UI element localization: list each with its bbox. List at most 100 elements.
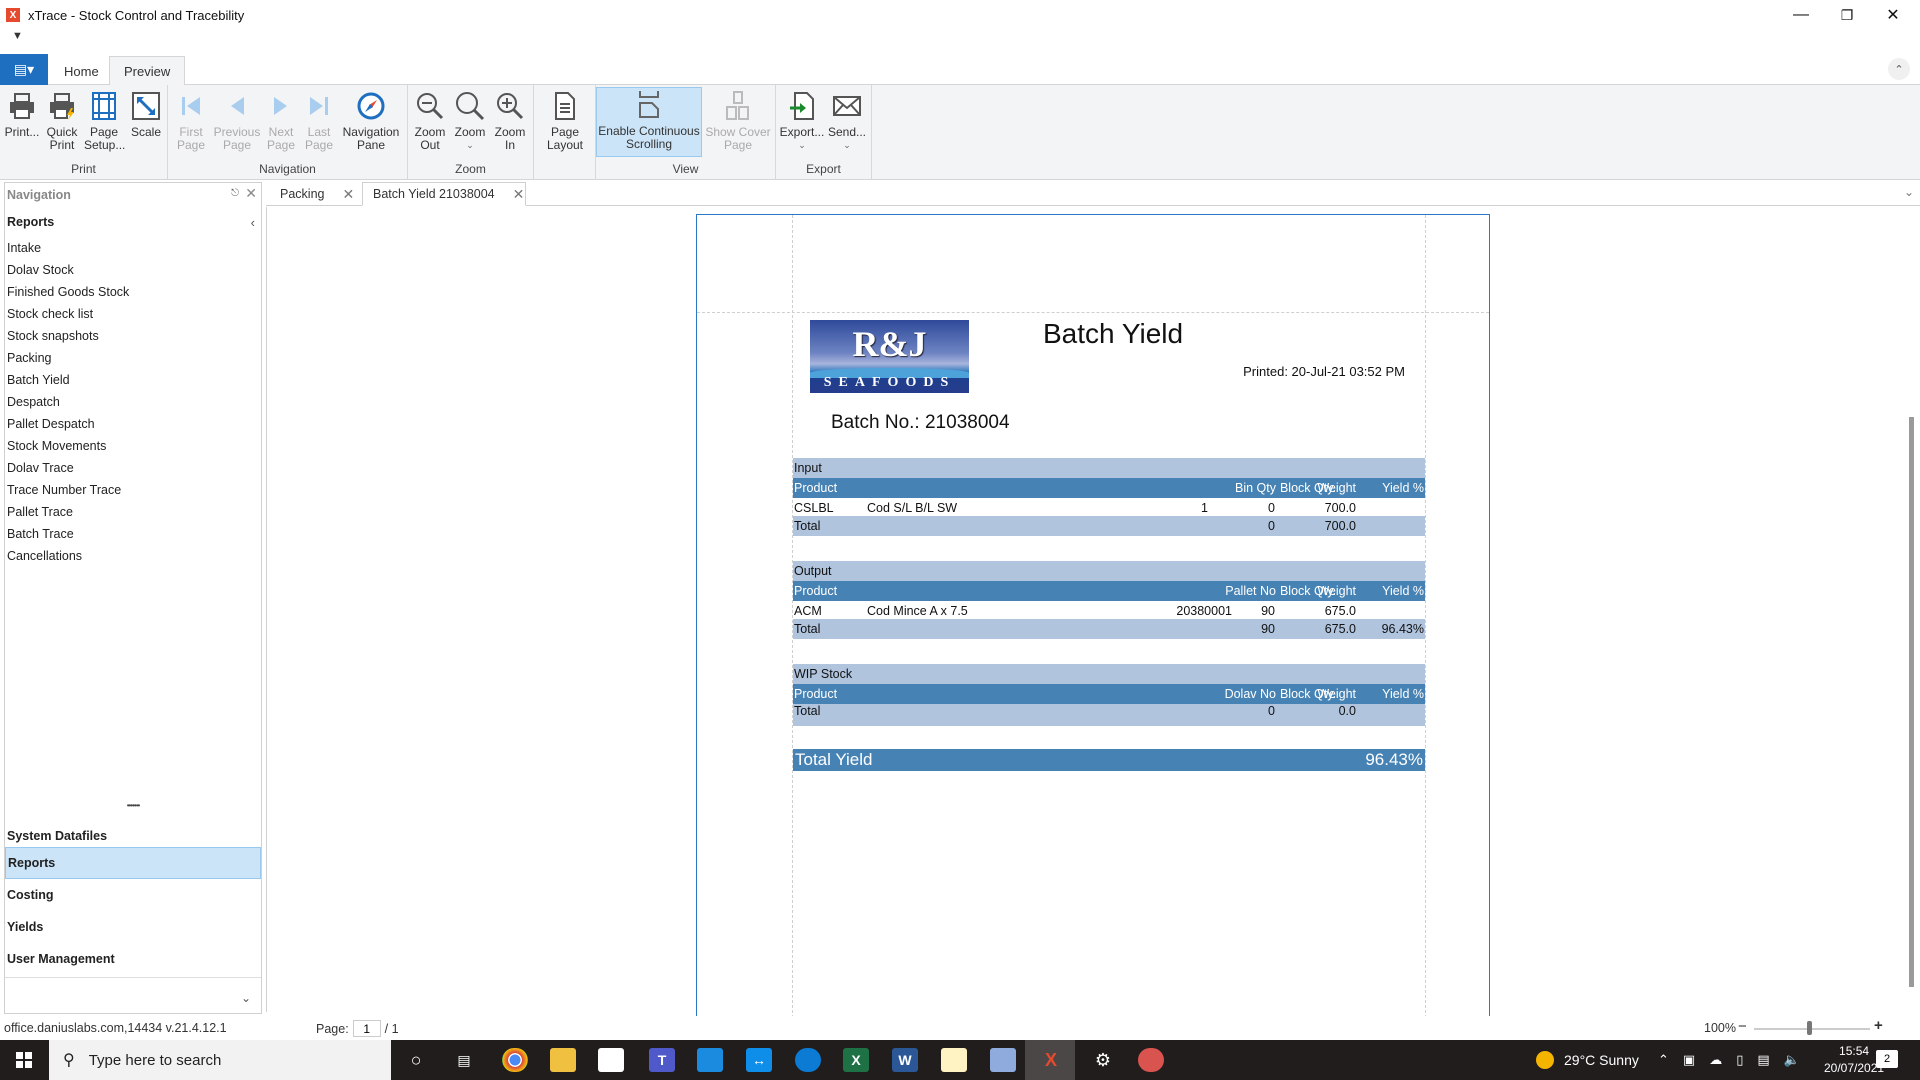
nav-section-yields[interactable]: Yields bbox=[5, 911, 261, 943]
nav-item-dolav-trace[interactable]: Dolav Trace bbox=[5, 457, 261, 479]
system-tray: ⌃ ▣ ☁ ▯ ▤ 🔈 bbox=[1658, 1040, 1800, 1080]
tab-home[interactable]: Home bbox=[50, 56, 113, 86]
last-page-button[interactable]: Last Page bbox=[302, 89, 336, 152]
scale-button[interactable]: Scale bbox=[128, 89, 164, 139]
show-cover-page-button[interactable]: Show Cover Page bbox=[704, 89, 772, 152]
page-number-input[interactable] bbox=[352, 1020, 381, 1037]
close-pane-icon[interactable]: ✕ bbox=[245, 185, 257, 202]
start-button[interactable] bbox=[0, 1040, 48, 1080]
chrome-icon[interactable] bbox=[502, 1048, 528, 1072]
print-button[interactable]: Print... bbox=[4, 89, 40, 139]
restore-button[interactable]: ❐ bbox=[1824, 0, 1870, 30]
page-setup-button[interactable]: Page Setup... bbox=[84, 89, 125, 152]
mail-icon[interactable] bbox=[697, 1048, 723, 1072]
scale-label: Scale bbox=[130, 125, 162, 139]
teams-icon[interactable]: T bbox=[649, 1048, 675, 1072]
nav-item-stock-snapshots[interactable]: Stock snapshots bbox=[5, 325, 261, 347]
nav-item-intake[interactable]: Intake bbox=[5, 237, 261, 259]
minimize-button[interactable]: — bbox=[1778, 0, 1824, 30]
nav-item-finished-goods-stock[interactable]: Finished Goods Stock bbox=[5, 281, 261, 303]
word-icon[interactable]: W bbox=[892, 1048, 918, 1072]
zoom-minus-button[interactable]: − bbox=[1738, 1018, 1747, 1035]
nav-item-label: Cancellations bbox=[7, 549, 83, 563]
nav-item-despatch[interactable]: Despatch bbox=[5, 391, 261, 413]
excel-icon[interactable]: X bbox=[843, 1048, 869, 1072]
nav-item-pallet-despatch[interactable]: Pallet Despatch bbox=[5, 413, 261, 435]
task-view-icon[interactable]: ▤ bbox=[451, 1048, 477, 1072]
microphone-icon[interactable]: ▯ bbox=[1736, 1052, 1743, 1068]
nav-item-cancellations[interactable]: Cancellations bbox=[5, 545, 261, 567]
weather-widget[interactable]: 29°C Sunny bbox=[1536, 1040, 1639, 1080]
navigation-pane-button[interactable]: Navigation Pane bbox=[340, 89, 402, 152]
nav-item-stock-check-list[interactable]: Stock check list bbox=[5, 303, 261, 325]
chevron-up-icon[interactable]: ⌃ bbox=[1658, 1052, 1669, 1068]
zoom-out-button[interactable]: Zoom Out bbox=[412, 89, 448, 152]
zoom-slider-thumb[interactable] bbox=[1807, 1021, 1812, 1035]
nav-item-trace-number-trace[interactable]: Trace Number Trace bbox=[5, 479, 261, 501]
send-button[interactable]: Send... ⌄ bbox=[826, 89, 868, 152]
taskbar-search[interactable]: ⚲ Type here to search bbox=[49, 1040, 391, 1080]
next-page-icon bbox=[264, 89, 298, 123]
nav-item-pallet-trace[interactable]: Pallet Trace bbox=[5, 501, 261, 523]
first-page-button[interactable]: First Page bbox=[174, 89, 208, 152]
camera-icon[interactable]: ▣ bbox=[1683, 1052, 1695, 1068]
nav-section-costing[interactable]: Costing bbox=[5, 879, 261, 911]
doc-tab-packing[interactable]: Packing ✕ bbox=[270, 182, 360, 206]
file-viewer-icon[interactable] bbox=[941, 1048, 967, 1072]
vertical-scrollbar[interactable] bbox=[1909, 417, 1914, 987]
snipping-icon[interactable] bbox=[1138, 1048, 1164, 1072]
zoom-button[interactable]: Zoom ⌄ bbox=[452, 89, 488, 152]
continuous-scrolling-label: Enable Continuous Scrolling bbox=[598, 124, 700, 151]
onedrive-icon[interactable]: ☁ bbox=[1709, 1052, 1722, 1068]
nav-item-batch-yield[interactable]: Batch Yield bbox=[5, 369, 261, 391]
margin-guide bbox=[1425, 215, 1426, 1023]
close-button[interactable]: ✕ bbox=[1870, 0, 1916, 30]
logo-subtext: SEAFOODS bbox=[823, 375, 956, 390]
network-icon[interactable]: ▤ bbox=[1757, 1052, 1769, 1068]
nav-item-dolav-stock[interactable]: Dolav Stock bbox=[5, 259, 261, 281]
chevron-down-icon[interactable]: ⌄ bbox=[1904, 185, 1914, 199]
page-layout-button[interactable]: Page Layout bbox=[542, 89, 588, 152]
application-menu-button[interactable]: ▤▾ bbox=[0, 54, 48, 85]
nav-section-reports[interactable]: Reports bbox=[5, 847, 261, 879]
notifications-button[interactable]: 2 bbox=[1876, 1050, 1898, 1068]
tab-preview[interactable]: Preview bbox=[109, 56, 186, 86]
file-explorer-icon[interactable] bbox=[550, 1048, 576, 1072]
snip-tool-icon[interactable] bbox=[990, 1048, 1016, 1072]
nav-item-stock-movements[interactable]: Stock Movements bbox=[5, 435, 261, 457]
chevron-down-icon: ⌄ bbox=[798, 140, 806, 150]
section-header: WIP Stock bbox=[793, 664, 1425, 684]
notification-count: 2 bbox=[1883, 1053, 1891, 1065]
volume-icon[interactable]: 🔈 bbox=[1784, 1052, 1800, 1068]
continuous-scrolling-button[interactable]: Enable Continuous Scrolling bbox=[596, 87, 702, 157]
doc-tab-batch-yield[interactable]: Batch Yield 21038004 ✕ bbox=[362, 182, 526, 206]
nav-item-packing[interactable]: Packing bbox=[5, 347, 261, 369]
teamviewer-icon[interactable]: ↔ bbox=[746, 1048, 772, 1072]
zoom-in-button[interactable]: Zoom In bbox=[492, 89, 528, 152]
zoom-plus-button[interactable]: + bbox=[1874, 1017, 1883, 1034]
close-tab-icon[interactable]: ✕ bbox=[513, 186, 525, 203]
xtrace-taskbar-icon[interactable]: X bbox=[1038, 1048, 1064, 1072]
close-tab-icon[interactable]: ✕ bbox=[342, 186, 354, 203]
chevron-down-icon[interactable]: ⌄ bbox=[241, 991, 251, 1005]
splitter-grip[interactable]: ••••••• bbox=[5, 801, 261, 810]
column-header-row: Product Bin Qty Block Qty. Weight Yield … bbox=[793, 478, 1425, 498]
quick-access-dropdown[interactable]: ▼ bbox=[12, 30, 23, 42]
store-icon[interactable] bbox=[598, 1048, 624, 1072]
quick-print-button[interactable]: Quick Print bbox=[44, 89, 80, 152]
edge-icon[interactable] bbox=[795, 1048, 821, 1072]
last-page-label: Last Page bbox=[304, 125, 334, 152]
pin-icon[interactable]: ⎋ bbox=[231, 188, 239, 199]
export-button[interactable]: Export... ⌄ bbox=[780, 89, 824, 152]
nav-section-label: Reports bbox=[8, 856, 56, 870]
previous-page-button[interactable]: Previous Page bbox=[212, 89, 262, 152]
collapse-ribbon-button[interactable]: ⌃ bbox=[1888, 58, 1910, 80]
restore-icon: ❐ bbox=[1840, 6, 1854, 23]
nav-section-user-management[interactable]: User Management bbox=[5, 943, 261, 975]
settings-icon[interactable]: ⚙ bbox=[1090, 1048, 1116, 1072]
cortana-icon[interactable]: ○ bbox=[403, 1048, 429, 1072]
next-page-button[interactable]: Next Page bbox=[264, 89, 298, 152]
nav-item-batch-trace[interactable]: Batch Trace bbox=[5, 523, 261, 545]
chevron-left-icon[interactable]: ‹ bbox=[251, 215, 255, 230]
zoom-slider-track[interactable] bbox=[1754, 1028, 1870, 1030]
